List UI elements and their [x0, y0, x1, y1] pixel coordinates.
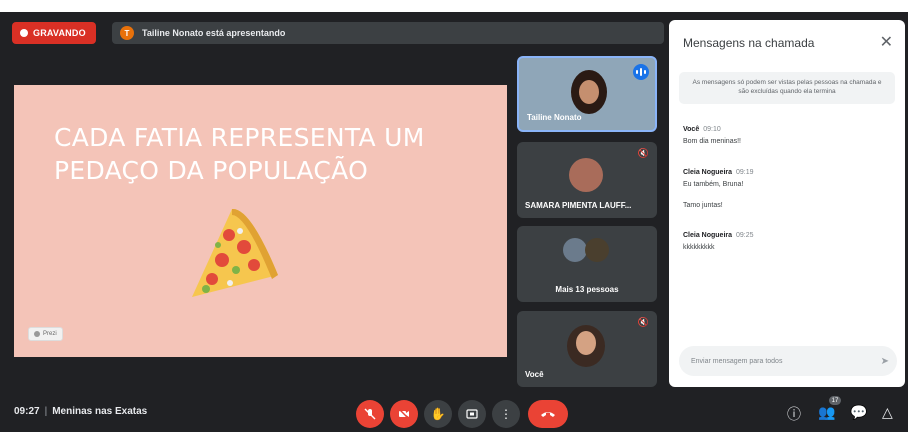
present-screen-icon — [466, 409, 478, 419]
message-sender: Você 09:10 — [683, 126, 721, 133]
mic-off-icon: 🔇 — [637, 317, 649, 327]
prezi-badge[interactable]: Prezi — [28, 327, 63, 341]
meeting-details-icon[interactable]: ⓘ — [787, 404, 801, 424]
participants-count-badge: 17 — [829, 396, 841, 405]
chat-title: Mensagens na chamada — [683, 36, 815, 50]
participant-name: Tailine Nonato — [527, 113, 582, 122]
camera-off-button[interactable] — [390, 400, 418, 428]
prezi-logo-icon — [34, 331, 40, 337]
slide-title-line-2: PEDAÇO DA POPULAÇÃO — [54, 156, 369, 185]
recording-label: GRAVANDO — [33, 28, 86, 38]
message-text: Tamo juntas! — [683, 202, 723, 209]
slide-title: CADA FATIA REPRESENTA UM PEDAÇO DA POPUL… — [54, 121, 474, 187]
participant-name: Você — [525, 370, 544, 379]
recording-badge[interactable]: GRAVANDO — [12, 22, 96, 44]
message-text: Eu também, Bruna! — [683, 181, 744, 188]
participant-face — [576, 331, 596, 355]
present-screen-button[interactable] — [458, 400, 486, 428]
chat-input[interactable]: Enviar mensagem para todos ➤ — [679, 346, 897, 376]
chat-input-placeholder: Enviar mensagem para todos — [691, 357, 783, 365]
speaking-indicator-icon — [633, 64, 649, 80]
people-icon[interactable]: 👥 — [818, 404, 835, 421]
participant-face — [579, 80, 599, 104]
more-vert-icon: ⋮ — [500, 407, 512, 421]
message-text: Bom dia meninas!! — [683, 138, 741, 145]
pizza-slice-icon — [192, 208, 278, 297]
bottom-bar: 09:27 | Meninas nas Exatas ✋ ⋮ ⓘ 👥 17 💬 △ — [0, 394, 908, 432]
send-icon[interactable]: ➤ — [881, 356, 889, 367]
message-sender: Cleia Nogueira 09:19 — [683, 169, 754, 176]
participant-avatar — [563, 238, 587, 262]
leave-call-button[interactable] — [528, 400, 568, 428]
meeting-name: Meninas nas Exatas — [52, 406, 148, 417]
camera-off-icon — [398, 408, 410, 420]
presenter-banner: T Tailine Nonato está apresentando — [112, 22, 664, 44]
microphone-off-button[interactable] — [356, 400, 384, 428]
recording-dot-icon — [20, 29, 28, 37]
message-sender: Cleia Nogueira 09:25 — [683, 232, 754, 239]
presentation-slide: CADA FATIA REPRESENTA UM PEDAÇO DA POPUL… — [14, 85, 507, 357]
mic-off-icon — [364, 408, 376, 420]
hand-icon: ✋ — [430, 407, 446, 421]
more-options-button[interactable]: ⋮ — [492, 400, 520, 428]
presenter-text: Tailine Nonato está apresentando — [142, 28, 286, 38]
chat-icon[interactable]: 💬 — [850, 404, 867, 421]
chat-panel: Mensagens na chamada ✕ As mensagens só p… — [669, 20, 905, 387]
prezi-label: Prezi — [43, 331, 57, 337]
slide-title-line-1: CADA FATIA REPRESENTA UM — [54, 123, 425, 152]
activities-icon[interactable]: △ — [882, 404, 893, 421]
chat-notice: As mensagens só podem ser vistas pelas p… — [679, 72, 895, 104]
clock-time: 09:27 — [14, 406, 40, 417]
raise-hand-button[interactable]: ✋ — [424, 400, 452, 428]
more-participants-tile[interactable]: Mais 13 pessoas — [517, 226, 657, 302]
close-icon[interactable]: ✕ — [880, 32, 893, 52]
more-participants-label: Mais 13 pessoas — [555, 285, 619, 294]
participant-avatar — [585, 238, 609, 262]
meeting-info: 09:27 | Meninas nas Exatas — [14, 406, 148, 417]
message-text: kkkkkkkkk — [683, 244, 715, 251]
participant-tile[interactable]: 🔇 SAMARA PIMENTA LAUFF... — [517, 142, 657, 218]
participant-avatar — [569, 158, 603, 192]
top-strip — [0, 0, 908, 12]
phone-hangup-icon — [541, 412, 555, 417]
participant-tile-presenter[interactable]: Tailine Nonato — [517, 56, 657, 132]
participant-name: SAMARA PIMENTA LAUFF... — [525, 201, 632, 210]
participant-tile-self[interactable]: 🔇 Você — [517, 311, 657, 387]
mic-off-icon: 🔇 — [637, 148, 649, 158]
presenter-avatar: T — [120, 26, 134, 40]
